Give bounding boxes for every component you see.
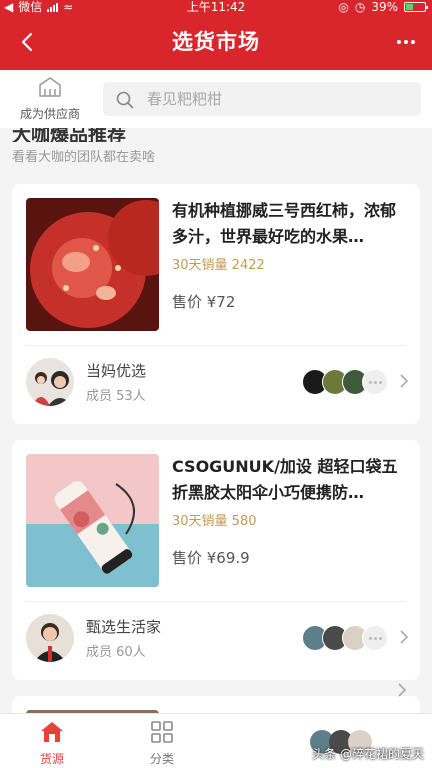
tab-source-label: 货源: [39, 752, 64, 766]
battery-icon: [404, 2, 428, 12]
team-row[interactable]: 当妈优选 成员 53人: [26, 356, 410, 408]
product-image-tomato: [26, 198, 159, 331]
team-member-count: 成员 53人: [86, 389, 146, 404]
product-title: 有机种植挪威三号西红柿，浓郁多汁，世界最好吃的水果…: [172, 201, 397, 246]
home-icon: [41, 722, 63, 742]
more-options-button[interactable]: [392, 28, 420, 56]
status-bar: ◀ 微信 ≈ 上午11:42 ◎ ◷ 39%: [0, 0, 432, 14]
section-subtitle: 看看大咖的团队都在卖啥: [12, 150, 156, 165]
chevron-right-icon: [400, 630, 409, 644]
member-avatars: [302, 369, 388, 395]
divider: [26, 345, 406, 346]
more-dot: [397, 40, 401, 44]
member-avatars: [302, 625, 388, 651]
search-bar: 成为供应商 春见粑粑柑: [0, 70, 432, 128]
more-members-icon: [362, 625, 388, 651]
watermark: 头条 @碎花裙的夏天: [312, 747, 424, 761]
divider: [26, 601, 406, 602]
team-avatar: [26, 358, 74, 406]
nav-bar: 选货市场: [0, 14, 432, 70]
battery-percent: 39%: [371, 0, 398, 14]
more-members-icon: [362, 369, 388, 395]
tab-source[interactable]: 货源: [12, 720, 92, 767]
orientation-lock-icon: ◎: [338, 0, 349, 14]
product-sales: 30天销量 580: [172, 514, 257, 529]
chevron-right-icon: [398, 683, 407, 697]
product-price: 售价 ¥72: [172, 293, 236, 311]
team-avatar: [26, 614, 74, 662]
page-title: 选货市场: [172, 30, 260, 54]
become-supplier-button[interactable]: 成为供应商: [12, 76, 88, 124]
product-sales: 30天销量 2422: [172, 258, 265, 273]
search-input[interactable]: 春见粑粑柑: [103, 82, 421, 116]
store-icon: [39, 77, 61, 97]
team-row[interactable]: 甄选生活家 成员 60人: [26, 612, 410, 664]
search-icon: [116, 91, 134, 109]
search-placeholder: 春见粑粑柑: [147, 90, 223, 108]
tab-category[interactable]: 分类: [122, 720, 202, 767]
grid-icon: [151, 721, 173, 743]
product-price: 售价 ¥69.9: [172, 549, 250, 567]
more-dot: [411, 40, 415, 44]
product-image-umbrella: [26, 454, 159, 587]
team-name: 甄选生活家: [86, 618, 162, 636]
tab-category-label: 分类: [149, 752, 174, 766]
product-title: CSOGUNUK/加设 超轻口袋五折黑胶太阳伞小巧便携防…: [172, 457, 398, 502]
product-card[interactable]: 有机种植挪威三号西红柿，浓郁多汁，世界最好吃的水果… 30天销量 2422 售价…: [12, 184, 420, 424]
team-member-count: 成员 60人: [86, 645, 146, 660]
alarm-icon: ◷: [354, 0, 366, 14]
more-dot: [404, 40, 408, 44]
chevron-right-icon: [400, 374, 409, 388]
team-name: 当妈优选: [86, 362, 147, 380]
become-supplier-label: 成为供应商: [19, 107, 80, 121]
product-card[interactable]: CSOGUNUK/加设 超轻口袋五折黑胶太阳伞小巧便携防… 30天销量 580 …: [12, 440, 420, 680]
